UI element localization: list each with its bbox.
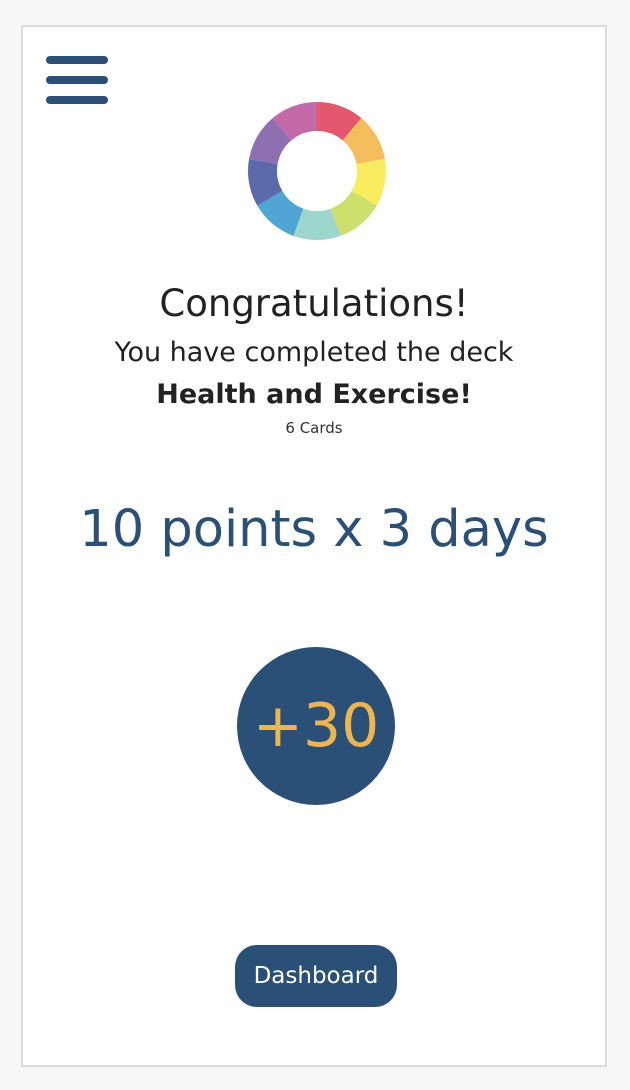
completion-message: You have completed the deck xyxy=(114,337,514,368)
points-total: +30 xyxy=(252,691,380,761)
points-formula: 10 points x 3 days xyxy=(79,500,549,559)
menu-bar-bottom xyxy=(46,96,108,104)
dashboard-button[interactable]: Dashboard xyxy=(235,945,397,1007)
menu-bar-top xyxy=(46,56,108,64)
hamburger-menu-icon[interactable] xyxy=(46,56,108,104)
points-total-badge: +30 xyxy=(237,647,395,805)
color-wheel-logo xyxy=(248,102,386,240)
deck-name: Health and Exercise! xyxy=(156,379,472,410)
card-count: 6 Cards xyxy=(285,419,343,437)
completion-card: Congratulations! You have completed the … xyxy=(21,25,607,1067)
menu-bar-middle xyxy=(46,76,108,84)
congratulations-title: Congratulations! xyxy=(159,282,469,325)
